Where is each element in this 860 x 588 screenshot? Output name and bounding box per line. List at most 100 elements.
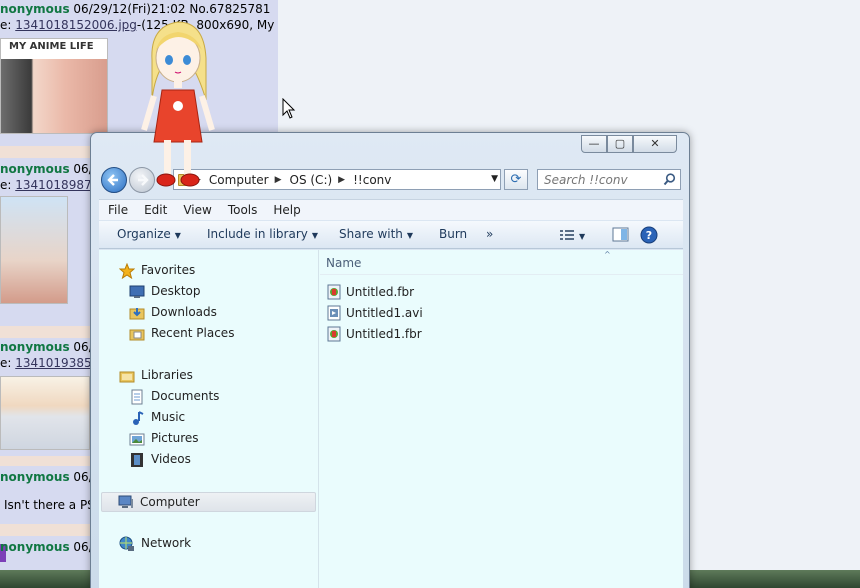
chevron-down-icon: ▼ bbox=[406, 231, 414, 240]
menu-edit[interactable]: Edit bbox=[135, 203, 174, 217]
explorer-window: — ▢ ✕ ▶ Computer ▶ OS (C:) ▶ !!conv ▼ ⟳ … bbox=[90, 132, 690, 588]
documents-icon bbox=[131, 389, 143, 404]
breadcrumb-os-drive[interactable]: OS (C:) bbox=[284, 173, 337, 187]
include-label: Include in library bbox=[207, 227, 308, 241]
back-button[interactable] bbox=[101, 167, 127, 193]
fbr-file-icon bbox=[327, 284, 341, 299]
pictures-icon bbox=[129, 433, 145, 445]
nav-label: Downloads bbox=[151, 305, 217, 319]
close-button[interactable]: ✕ bbox=[633, 135, 677, 153]
poster-name[interactable]: nonymous bbox=[0, 2, 70, 16]
nav-label: Recent Places bbox=[151, 326, 235, 340]
column-header-name[interactable]: Name bbox=[326, 256, 361, 270]
command-bar: Organize ▼ Include in library ▼ Share with… bbox=[99, 221, 683, 249]
header-divider bbox=[320, 274, 683, 275]
post-header: nonymous 06/29/12(Fri)21:02 No.67825781 bbox=[0, 2, 270, 16]
desktop-icon bbox=[129, 285, 145, 298]
svg-text:?: ? bbox=[646, 229, 652, 242]
search-box[interactable] bbox=[537, 169, 681, 190]
nav-desktop[interactable]: Desktop bbox=[129, 282, 201, 301]
organize-label: Organize bbox=[117, 227, 171, 241]
nav-pictures[interactable]: Pictures bbox=[129, 429, 199, 448]
poster-name[interactable]: nonymous bbox=[0, 340, 70, 354]
nav-favorites[interactable]: Favorites bbox=[119, 261, 195, 280]
nav-network[interactable]: Network bbox=[119, 534, 191, 553]
sort-indicator-icon: ^ bbox=[604, 250, 611, 259]
nav-recent-places[interactable]: Recent Places bbox=[129, 324, 234, 343]
file-row[interactable]: Untitled.fbr bbox=[326, 282, 414, 301]
help-button[interactable]: ? bbox=[640, 226, 658, 247]
poster-name[interactable]: nonymous bbox=[0, 540, 70, 554]
file-row[interactable]: Untitled1.fbr bbox=[326, 324, 422, 343]
file-row[interactable]: Untitled1.avi bbox=[326, 303, 423, 322]
post-thumbnail[interactable]: MY ANIME LIFE bbox=[0, 38, 108, 134]
menu-file[interactable]: File bbox=[99, 203, 135, 217]
file-prefix: e: bbox=[0, 178, 16, 192]
post-thumbnail[interactable] bbox=[0, 376, 90, 450]
chevron-down-icon: ▼ bbox=[174, 231, 181, 240]
preview-pane-icon bbox=[612, 227, 629, 242]
nav-videos[interactable]: Videos bbox=[129, 450, 191, 469]
nav-downloads[interactable]: Downloads bbox=[129, 303, 217, 322]
file-name: Untitled1.avi bbox=[346, 305, 423, 320]
share-with-button[interactable]: Share with ▼ bbox=[339, 227, 413, 241]
nav-music[interactable]: Music bbox=[129, 408, 185, 427]
search-input[interactable] bbox=[538, 170, 658, 189]
refresh-button[interactable]: ⟳ bbox=[504, 169, 528, 190]
nav-label: Network bbox=[141, 536, 192, 550]
menu-help[interactable]: Help bbox=[264, 203, 307, 217]
nav-computer[interactable]: Computer bbox=[101, 492, 316, 512]
search-icon[interactable] bbox=[663, 173, 676, 186]
refresh-icon: ⟳ bbox=[510, 172, 522, 187]
include-in-library-button[interactable]: Include in library ▼ bbox=[207, 227, 318, 241]
post-datetime: 06/29/12(Fri)21:02 No.67825781 bbox=[73, 2, 271, 16]
chevron-down-icon[interactable]: ▼ bbox=[491, 174, 498, 184]
chevron-down-icon: ▼ bbox=[579, 232, 586, 241]
post-thumbnail[interactable] bbox=[0, 196, 68, 304]
preview-pane-button[interactable] bbox=[612, 227, 630, 246]
mouse-cursor-icon bbox=[282, 98, 296, 119]
chevron-right-icon: ▶ bbox=[338, 174, 346, 185]
content-area: Favorites Desktop Downloads Recent Place… bbox=[99, 250, 683, 588]
menu-tools[interactable]: Tools bbox=[219, 203, 265, 217]
more-commands-button[interactable]: » bbox=[486, 227, 493, 241]
recent-places-icon bbox=[129, 329, 145, 340]
view-list-icon bbox=[560, 230, 574, 240]
nav-libraries[interactable]: Libraries bbox=[119, 366, 193, 385]
poster-name[interactable]: nonymous bbox=[0, 470, 70, 484]
avi-file-icon bbox=[327, 305, 341, 320]
burn-button[interactable]: Burn bbox=[439, 227, 467, 241]
maximize-button[interactable]: ▢ bbox=[607, 135, 633, 153]
file-link[interactable]: 1341018152006.jpg bbox=[15, 18, 137, 32]
libraries-icon bbox=[119, 371, 135, 382]
nav-documents[interactable]: Documents bbox=[129, 387, 219, 406]
film-strip-icon bbox=[131, 452, 143, 467]
anime-girl-mascot[interactable] bbox=[140, 20, 240, 196]
breadcrumb-conv[interactable]: !!conv bbox=[347, 173, 395, 187]
nav-label: Videos bbox=[151, 452, 191, 466]
minimize-button[interactable]: — bbox=[581, 135, 607, 153]
organize-button[interactable]: Organize ▼ bbox=[117, 227, 181, 241]
nav-label: Documents bbox=[151, 389, 220, 403]
nav-label: Pictures bbox=[151, 431, 199, 445]
music-note-icon bbox=[133, 410, 144, 425]
share-label: Share with bbox=[339, 227, 403, 241]
file-list: Name ^ Untitled.fbr Untitled1.avi Untitl… bbox=[320, 250, 683, 588]
menu-view[interactable]: View bbox=[174, 203, 218, 217]
thumbnail-caption: MY ANIME LIFE bbox=[9, 41, 94, 52]
help-icon: ? bbox=[640, 226, 658, 244]
file-prefix: e: bbox=[0, 18, 16, 32]
chevron-down-icon: ▼ bbox=[311, 231, 319, 240]
star-icon bbox=[119, 262, 135, 279]
fbr-file-icon bbox=[327, 326, 341, 341]
nav-label: Libraries bbox=[141, 368, 193, 382]
nav-label: Music bbox=[151, 410, 186, 424]
nav-label: Favorites bbox=[141, 263, 196, 277]
nav-label: Computer bbox=[140, 494, 200, 509]
poster-name[interactable]: nonymous bbox=[0, 162, 70, 176]
menu-bar: File Edit View Tools Help bbox=[99, 199, 683, 220]
file-name: Untitled.fbr bbox=[346, 284, 415, 299]
chevron-right-icon: ▶ bbox=[274, 174, 282, 185]
change-view-button[interactable]: ▼ bbox=[559, 228, 585, 245]
post-comment: Isn't there a PS2 bbox=[4, 498, 103, 512]
